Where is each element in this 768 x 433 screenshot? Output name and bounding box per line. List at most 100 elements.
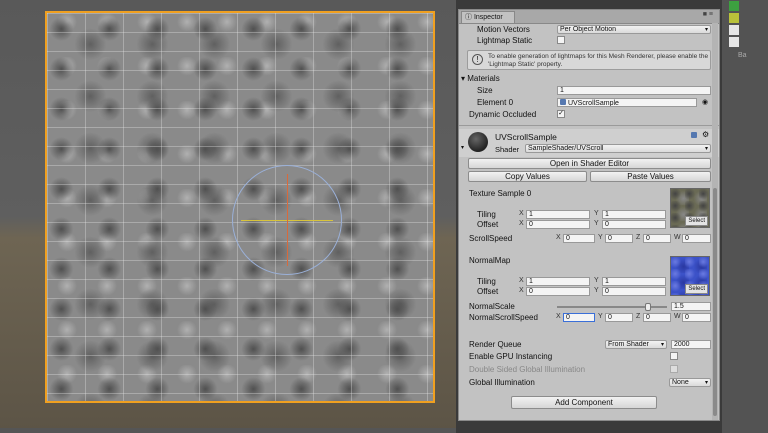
normal-scale-row: NormalScale 1.5 <box>459 301 719 312</box>
shader-dropdown[interactable]: SampleShader/UVScroll ▾ <box>525 144 711 153</box>
foldout-arrow-icon[interactable]: ▾ <box>461 144 464 151</box>
inspector-scrollbar[interactable] <box>712 23 718 420</box>
add-component-button[interactable]: Add Component <box>511 396 657 409</box>
window-menu-icon[interactable]: ■ ≡ <box>703 11 713 18</box>
scene-view[interactable] <box>0 0 456 433</box>
render-queue-mode: From Shader <box>608 341 649 348</box>
axis-y-label: Y <box>594 220 599 227</box>
double-sided-gi-checkbox <box>670 365 678 373</box>
axis-x-label: X <box>519 277 524 284</box>
inspector-tabbar: ⓘ Inspector ■ ≡ <box>459 10 719 24</box>
open-shader-editor-button[interactable]: Open in Shader Editor <box>468 158 711 169</box>
double-sided-gi-row: Double Sided Global Illumination <box>459 364 719 375</box>
normal-tiling-y-field[interactable]: 1 <box>602 277 666 286</box>
global-illumination-dropdown[interactable]: None ▾ <box>669 378 711 387</box>
materials-foldout[interactable]: ▾ Materials <box>461 74 500 83</box>
axis-y-label: Y <box>594 277 599 284</box>
gpu-instancing-checkbox[interactable] <box>670 352 678 360</box>
scroll-speed-x-field[interactable]: 0 <box>563 234 595 243</box>
help-text: To enable generation of lightmaps for th… <box>488 53 709 68</box>
normal-scale-slider-handle[interactable] <box>645 303 652 311</box>
materials-label: Materials <box>467 74 500 83</box>
render-queue-field[interactable]: 2000 <box>671 340 711 349</box>
divider <box>459 125 719 126</box>
dynamic-occluded-checkbox[interactable]: ✓ <box>557 110 565 118</box>
material-preview-sphere <box>468 132 488 152</box>
normal-scale-label: NormalScale <box>469 302 515 311</box>
texture-sample-label: Texture Sample 0 <box>469 189 532 198</box>
materials-size-field[interactable]: 1 <box>557 86 711 95</box>
global-illumination-value: None <box>672 379 689 386</box>
normal-scale-field[interactable]: 1.5 <box>671 302 711 311</box>
offset-label: Offset <box>477 287 499 296</box>
axis-x-label: X <box>519 210 524 217</box>
normal-scroll-speed-w-field[interactable]: 0 <box>682 313 711 322</box>
element0-label: Element 0 <box>477 98 514 107</box>
gear-icon[interactable]: ⚙ <box>702 130 709 139</box>
render-queue-label: Render Queue <box>469 340 522 349</box>
scroll-speed-row: ScrollSpeed X 0 Y 0 Z 0 W 0 <box>459 233 719 244</box>
axis-z-label: Z <box>636 313 641 320</box>
copy-values-button[interactable]: Copy Values <box>468 171 587 182</box>
yellow-status-icon[interactable] <box>729 13 739 23</box>
element0-row: Element 0 UVScrollSample ◉ <box>459 97 719 108</box>
tab-inspector[interactable]: ⓘ Inspector <box>461 11 515 23</box>
textured-quad[interactable] <box>45 11 435 403</box>
texture-offset-row: Offset X 0 Y 0 <box>459 219 719 230</box>
material-name: UVScrollSample <box>495 132 557 142</box>
normal-offset-x-field[interactable]: 0 <box>526 287 590 296</box>
offset-y-field[interactable]: 0 <box>602 220 666 229</box>
scroll-speed-y-field[interactable]: 0 <box>605 234 633 243</box>
materials-size-row: Size 1 <box>459 85 719 96</box>
green-status-icon[interactable] <box>729 1 739 11</box>
axis-y-label: Y <box>598 234 603 241</box>
material-header: UVScrollSample Shader SampleShader/UVScr… <box>459 129 719 157</box>
normal-offset-row: Offset X 0 Y 0 <box>459 286 719 297</box>
normal-scale-slider[interactable] <box>557 303 667 311</box>
axis-x-label: X <box>519 287 524 294</box>
gizmo-x-axis[interactable] <box>287 174 288 266</box>
chevron-down-icon: ▾ <box>704 146 708 152</box>
tiling-x-field[interactable]: 1 <box>526 210 590 219</box>
element0-field[interactable]: UVScrollSample <box>557 98 697 107</box>
normal-tiling-x-field[interactable]: 1 <box>526 277 590 286</box>
dynamic-occluded-row: Dynamic Occluded ✓ <box>459 109 719 120</box>
lightmap-static-checkbox[interactable] <box>557 36 565 44</box>
white-status-icon-2[interactable] <box>729 37 739 47</box>
axis-x-label: X <box>556 313 561 320</box>
normal-scroll-speed-z-field[interactable]: 0 <box>643 313 671 322</box>
tiling-label: Tiling <box>477 210 496 219</box>
offset-label: Offset <box>477 220 499 229</box>
motion-vectors-dropdown[interactable]: Per Object Motion ▾ <box>557 25 711 34</box>
side-strip-label: Ba <box>738 52 747 59</box>
rotation-gizmo[interactable] <box>232 165 342 275</box>
chevron-down-icon: ▾ <box>704 380 708 386</box>
element0-value: UVScrollSample <box>567 100 619 107</box>
global-illumination-label: Global Illumination <box>469 378 535 387</box>
lightmap-static-label: Lightmap Static <box>477 36 533 45</box>
book-icon[interactable] <box>691 132 697 138</box>
normal-scroll-speed-y-field[interactable]: 0 <box>605 313 633 322</box>
scene-floor <box>0 428 456 433</box>
right-panel-strip: Ba <box>722 0 768 433</box>
object-picker-icon[interactable]: ◉ <box>702 98 708 106</box>
scroll-speed-label: ScrollSpeed <box>469 234 513 243</box>
paste-values-button[interactable]: Paste Values <box>590 171 711 182</box>
warning-icon: ! <box>472 54 483 65</box>
lightmap-static-row: Lightmap Static <box>459 35 719 46</box>
scroll-speed-z-field[interactable]: 0 <box>643 234 671 243</box>
render-queue-dropdown[interactable]: From Shader ▾ <box>605 340 667 349</box>
scroll-speed-w-field[interactable]: 0 <box>682 234 711 243</box>
normal-offset-y-field[interactable]: 0 <box>602 287 666 296</box>
white-status-icon[interactable] <box>729 25 739 35</box>
offset-x-field[interactable]: 0 <box>526 220 590 229</box>
global-illumination-row: Global Illumination None ▾ <box>459 377 719 388</box>
tiling-y-field[interactable]: 1 <box>602 210 666 219</box>
materials-row[interactable]: ▾ Materials <box>459 73 719 84</box>
axis-y-label: Y <box>594 287 599 294</box>
normal-scroll-speed-x-field[interactable]: 0 <box>563 313 595 322</box>
double-sided-gi-label: Double Sided Global Illumination <box>469 365 586 374</box>
scrollbar-thumb[interactable] <box>713 188 717 416</box>
axis-w-label: W <box>674 234 681 241</box>
chevron-down-icon: ▾ <box>660 342 664 348</box>
